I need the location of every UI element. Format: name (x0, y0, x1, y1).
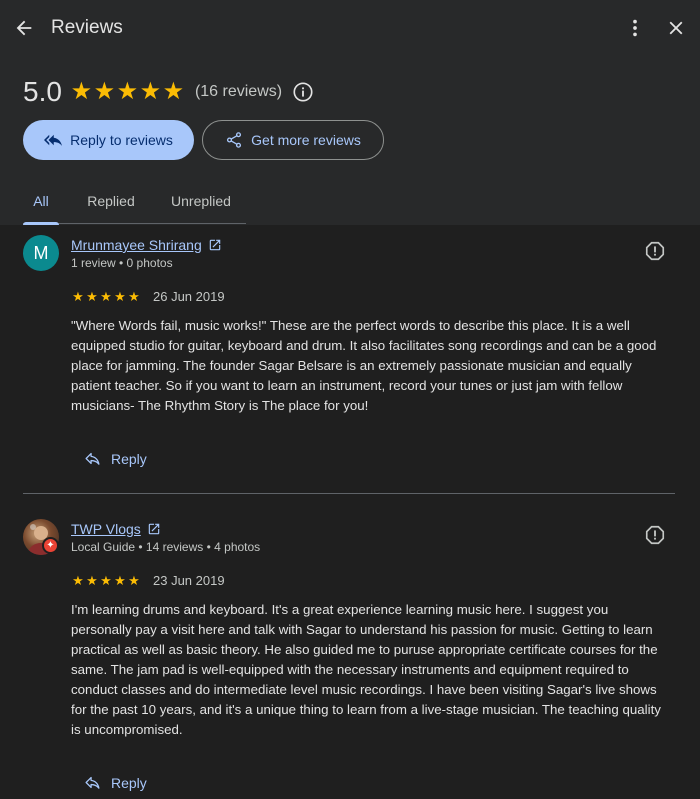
star-icon: ★ (93, 78, 116, 105)
star-icon: ★ (72, 288, 84, 304)
action-buttons: Reply to reviews Get more reviews (23, 120, 384, 160)
star-icon: ★ (162, 78, 185, 105)
reviewer-meta: 1 review • 0 photos (71, 256, 173, 270)
review-card: M Mrunmayee Shrirang 1 review • 0 photos… (0, 225, 700, 495)
review-count: (16 reviews) (194, 83, 283, 100)
report-button[interactable] (643, 523, 667, 547)
reviews-header: Reviews 5.0 ★ ★ ★ ★ ★ (16 reviews) Reply… (0, 0, 700, 225)
tab-all[interactable]: All (23, 180, 59, 225)
report-icon (645, 241, 665, 261)
reviewer-name-text: TWP Vlogs (71, 521, 141, 537)
review-card: ✦ TWP Vlogs Local Guide • 14 reviews • 4… (0, 509, 700, 799)
close-button[interactable] (662, 14, 690, 42)
star-icon: ★ (70, 78, 93, 105)
star-icon: ★ (86, 572, 98, 588)
review-filter-tabs: All Replied Unreplied (23, 180, 246, 225)
divider (23, 493, 675, 494)
reply-icon (85, 452, 100, 465)
tab-replied[interactable]: Replied (73, 180, 149, 224)
review-date: 26 Jun 2019 (153, 289, 225, 304)
reply-icon (85, 776, 100, 789)
reply-label: Reply (111, 774, 147, 791)
review-date: 23 Jun 2019 (153, 573, 225, 588)
get-more-reviews-button[interactable]: Get more reviews (202, 120, 384, 160)
page-title: Reviews (51, 17, 123, 38)
open-in-new-icon (209, 239, 220, 251)
star-icon: ★ (100, 572, 112, 588)
back-button[interactable] (10, 14, 38, 42)
info-button[interactable] (292, 81, 314, 103)
open-in-new-icon (148, 523, 160, 535)
local-guide-badge-icon: ✦ (42, 537, 59, 554)
review-stars: ★ ★ ★ ★ ★ (71, 288, 141, 304)
review-rating-row: ★ ★ ★ ★ ★ 23 Jun 2019 (71, 572, 225, 588)
review-rating-row: ★ ★ ★ ★ ★ 26 Jun 2019 (71, 288, 225, 304)
review-stars: ★ ★ ★ ★ ★ (71, 572, 141, 588)
star-icon: ★ (116, 78, 139, 105)
reply-to-reviews-label: Reply to reviews (70, 132, 173, 148)
reply-to-reviews-button[interactable]: Reply to reviews (23, 120, 194, 160)
star-icon: ★ (114, 572, 126, 588)
reply-label: Reply (111, 450, 147, 467)
get-more-reviews-label: Get more reviews (251, 132, 361, 148)
star-icon: ★ (86, 288, 98, 304)
tab-unreplied[interactable]: Unreplied (159, 180, 243, 224)
report-icon (645, 525, 665, 545)
more-options-button[interactable] (622, 14, 648, 42)
share-icon (227, 132, 242, 148)
star-icon: ★ (128, 288, 140, 304)
top-bar: Reviews (0, 0, 700, 56)
more-vert-icon (633, 19, 637, 37)
review-text: "Where Words fail, music works!" These a… (71, 318, 657, 413)
rating-stars: ★ ★ ★ ★ ★ (70, 80, 185, 104)
reviewer-name-text: Mrunmayee Shrirang (71, 237, 202, 253)
reviewer-name[interactable]: Mrunmayee Shrirang (71, 237, 222, 253)
reviewer-meta: Local Guide • 14 reviews • 4 photos (71, 540, 261, 554)
star-icon: ★ (128, 572, 140, 588)
star-icon: ★ (72, 572, 84, 588)
average-rating: 5.0 (23, 76, 62, 107)
review-text: I'm learning drums and keyboard. It's a … (71, 602, 661, 737)
arrow-left-icon (16, 20, 32, 36)
info-icon (293, 82, 313, 102)
rating-summary: 5.0 ★ ★ ★ ★ ★ (16 reviews) (23, 74, 314, 110)
star-icon: ★ (114, 288, 126, 304)
star-icon: ★ (139, 78, 162, 105)
reviewer-name[interactable]: TWP Vlogs (71, 521, 161, 537)
reply-all-icon (44, 134, 63, 146)
report-button[interactable] (643, 239, 667, 263)
reply-button[interactable]: Reply (84, 450, 147, 467)
star-icon: ★ (100, 288, 112, 304)
avatar[interactable]: M (23, 235, 59, 271)
reply-button[interactable]: Reply (84, 774, 147, 791)
close-icon (669, 21, 683, 35)
